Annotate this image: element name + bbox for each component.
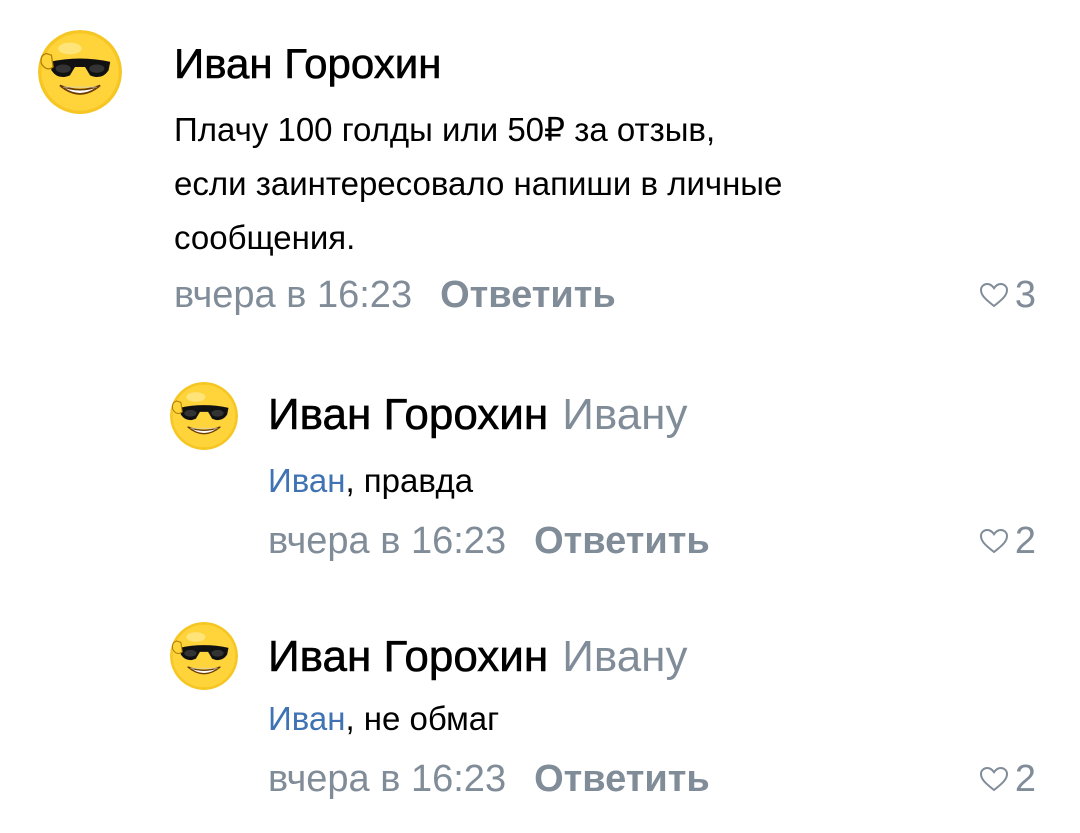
heart-icon [979,766,1009,792]
reply-to[interactable]: Ивану [562,632,687,681]
reply-button[interactable]: Ответить [534,758,710,800]
comment-text: Иван, не обмаг [268,697,499,741]
reply-button[interactable]: Ответить [534,520,710,562]
comment-text-line: если заинтересовало напиши в личные [174,165,783,202]
comment-text: Иван, правда [268,459,473,503]
like-count: 2 [1014,758,1036,800]
like-count: 2 [1014,520,1036,562]
smiley-sunglasses-icon [170,622,238,690]
reply-button[interactable]: Ответить [440,274,616,316]
comment-author: Иван Горохин Ивану [268,630,688,684]
author-name[interactable]: Иван Горохин [268,390,549,440]
author-name[interactable]: Иван Горохин [174,40,442,88]
smiley-sunglasses-icon [38,30,122,114]
comment-meta: вчера в 16:23 Ответить [174,270,616,320]
mention-link[interactable]: Иван [268,462,345,499]
mention-link[interactable]: Иван [268,700,345,737]
comment-text-rest: , правда [345,462,474,499]
author-name[interactable]: Иван Горохин [268,632,549,682]
like-button[interactable]: 2 [979,516,1036,566]
like-count: 3 [1014,274,1036,316]
comment-text-line: Плачу 100 голды или 50₽ за отзыв, [174,111,716,148]
comment-time: вчера в 16:23 [268,758,507,800]
comment-meta: вчера в 16:23 Ответить [268,754,710,804]
like-button[interactable]: 3 [979,270,1036,320]
comment-text-line: сообщения. [174,219,356,256]
comment-time: вчера в 16:23 [174,274,413,316]
smiley-sunglasses-icon [170,382,238,450]
avatar[interactable] [170,382,238,450]
comment-text-rest: , не обмаг [345,700,500,737]
comment-author[interactable]: Иван Горохин [174,38,442,90]
heart-icon [979,528,1009,554]
heart-icon [979,282,1009,308]
avatar[interactable] [38,30,122,114]
avatar[interactable] [170,622,238,690]
comment-author: Иван Горохин Ивану [268,388,688,442]
reply-to[interactable]: Ивану [562,390,687,439]
comment-time: вчера в 16:23 [268,520,507,562]
comment-meta: вчера в 16:23 Ответить [268,516,710,566]
like-button[interactable]: 2 [979,754,1036,804]
